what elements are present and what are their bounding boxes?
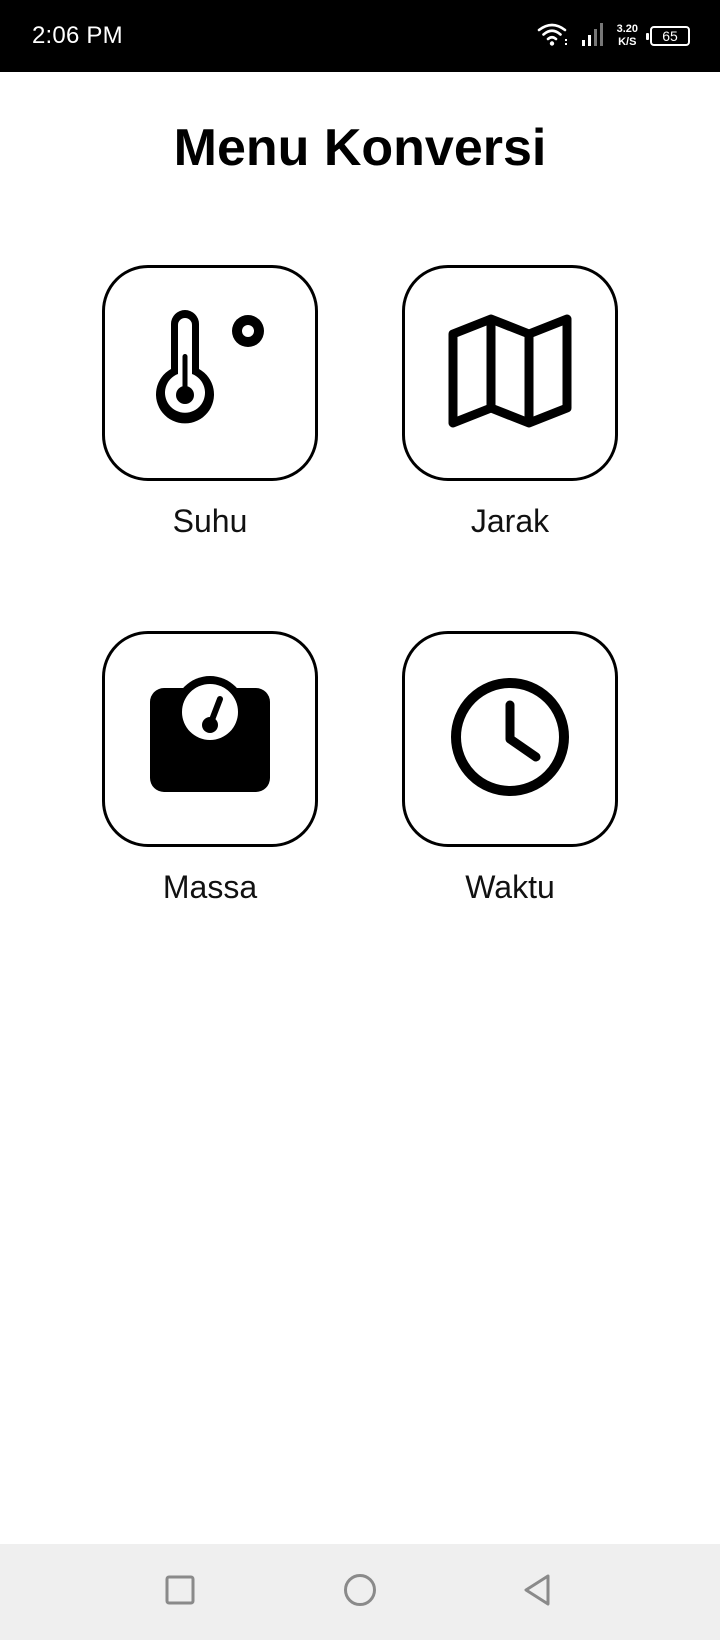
network-speed: 3.20 K/S [617,23,638,49]
network-speed-value: 3.20 [616,23,638,35]
app-screen: 2:06 PM 3.20 K/S 65 Menu Konversi Suhu J… [0,0,720,1640]
circle-icon [342,1572,378,1613]
menu-label-waktu: Waktu [465,869,555,905]
status-time: 2:06 PM [32,22,123,49]
menu-label-suhu: Suhu [172,503,248,539]
clock-icon [445,672,575,807]
network-speed-unit: K/S [618,36,637,48]
system-nav-bar [0,1544,720,1640]
signal-icon [581,21,605,52]
battery-tip [646,33,649,40]
battery-icon: 65 [646,26,690,46]
home-button[interactable] [340,1572,380,1612]
scale-icon [145,672,275,807]
back-button[interactable] [517,1572,557,1612]
map-icon [445,306,575,441]
menu-label-massa: Massa [162,869,258,905]
recent-apps-button[interactable] [160,1572,200,1612]
menu-tile-massa[interactable] [102,631,318,847]
back-triangle-icon [520,1572,554,1613]
page-title: Menu Konversi [173,119,547,177]
menu-item-massa[interactable]: Massa [60,631,360,906]
menu-tile-suhu[interactable] [102,265,318,481]
status-icons: 3.20 K/S 65 [537,18,690,54]
square-icon [163,1573,197,1612]
menu-item-suhu[interactable]: Suhu [60,265,360,540]
menu-item-waktu[interactable]: Waktu [360,631,660,906]
wifi-icon [537,21,569,52]
battery-level: 65 [662,28,678,44]
menu-item-jarak[interactable]: Jarak [360,265,660,540]
menu-tile-jarak[interactable] [402,265,618,481]
thermometer-icon [145,306,275,441]
menu-tile-waktu[interactable] [402,631,618,847]
status-bar: 2:06 PM 3.20 K/S 65 [0,0,720,72]
menu-label-jarak: Jarak [470,503,550,539]
